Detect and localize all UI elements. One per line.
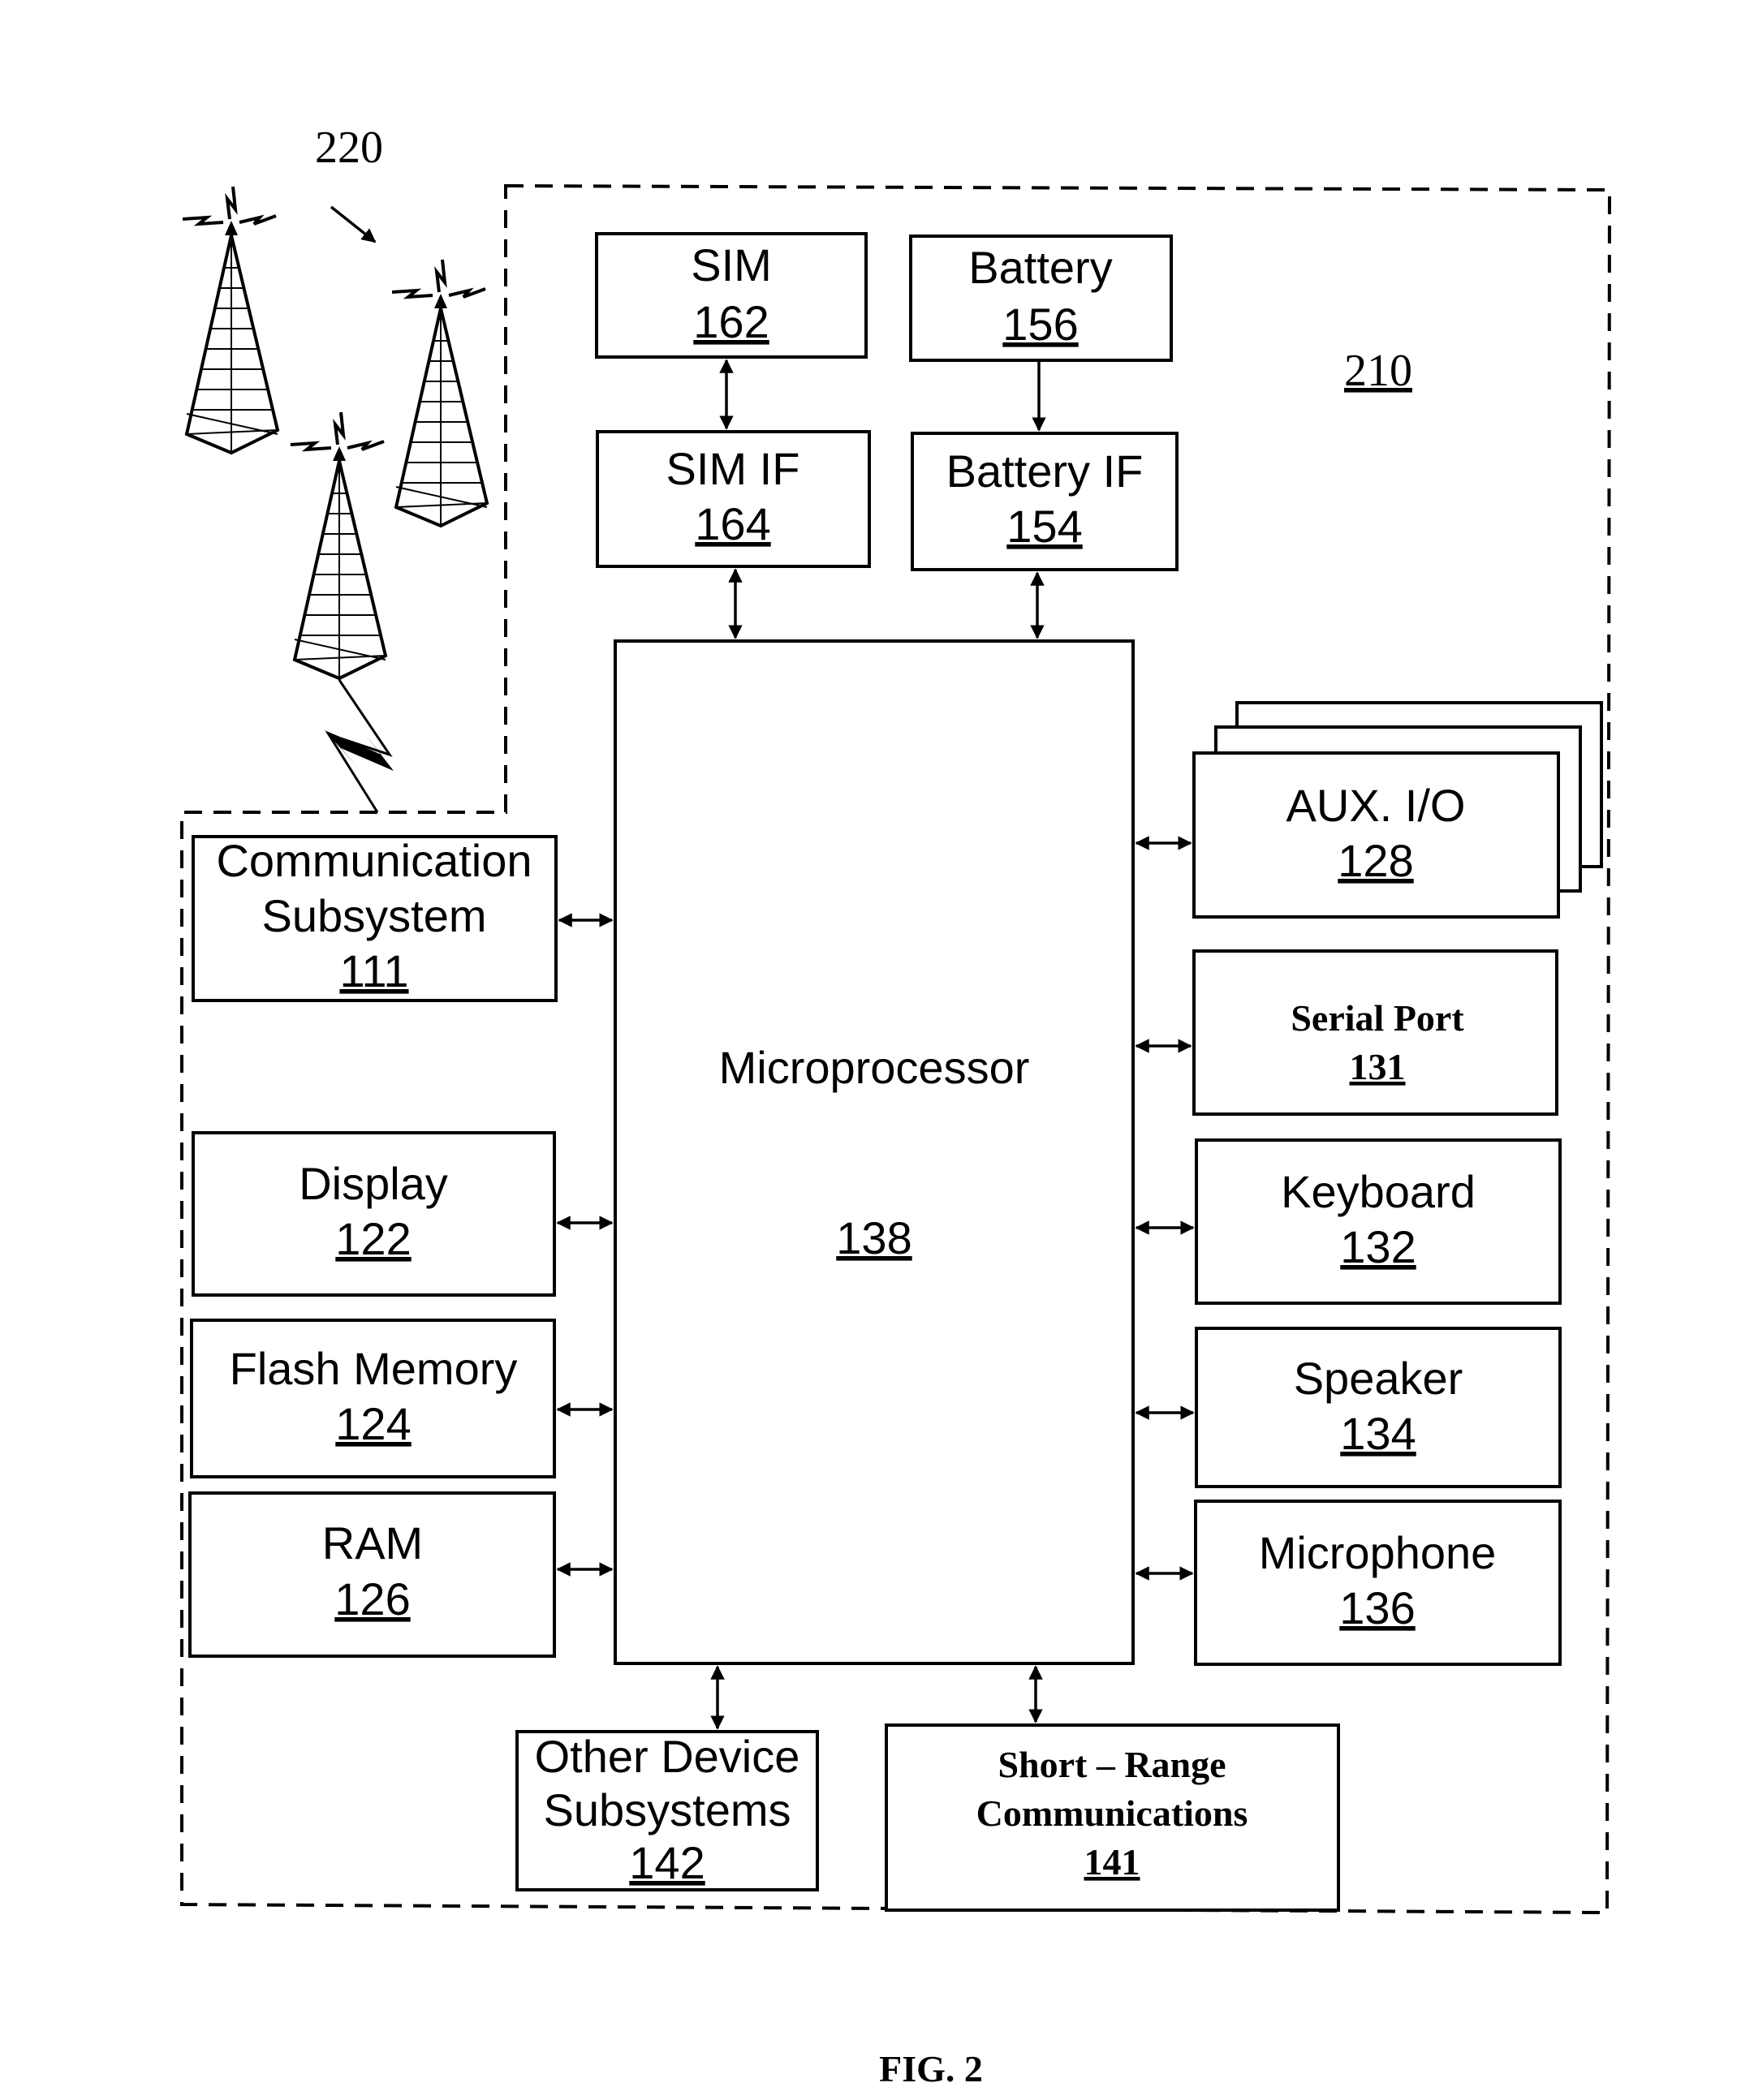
svg-text:Other Device: Other Device (535, 1731, 800, 1782)
svg-text:Communication: Communication (216, 835, 532, 886)
svg-text:124: 124 (335, 1398, 411, 1449)
microprocessor-block[interactable]: Microprocessor 138 (614, 639, 1135, 1665)
svg-text:136: 136 (1339, 1582, 1415, 1633)
cell-tower-icon (182, 186, 280, 455)
svg-text:111: 111 (339, 945, 408, 996)
svg-text:SIM: SIM (691, 239, 772, 290)
display-block[interactable]: Display 122 (192, 1131, 556, 1297)
short-range-communications-block[interactable]: Short – Range Communications 141 (885, 1723, 1340, 1912)
svg-text:164: 164 (695, 498, 770, 549)
svg-text:156: 156 (1002, 299, 1078, 350)
svg-text:128: 128 (1338, 835, 1413, 886)
figure-label: FIG. 2 (879, 2048, 983, 2089)
microphone-block[interactable]: Microphone 136 (1194, 1500, 1562, 1666)
block-diagram: 220 210 SIM 162 Battery 156 SIM IF 164 B… (180, 123, 1612, 2089)
other-device-subsystems-block[interactable]: Other Device Subsystems 142 (515, 1730, 819, 1891)
network-ref-label: 220 (315, 123, 383, 173)
svg-text:142: 142 (629, 1837, 705, 1888)
svg-text:Keyboard: Keyboard (1281, 1166, 1476, 1217)
svg-text:Subsystems: Subsystems (544, 1784, 791, 1835)
battery-block[interactable]: Battery 156 (909, 235, 1173, 362)
svg-text:RAM: RAM (322, 1517, 423, 1569)
svg-text:Battery: Battery (968, 242, 1112, 293)
svg-text:Flash Memory: Flash Memory (230, 1343, 518, 1394)
svg-text:154: 154 (1006, 501, 1082, 552)
svg-text:Communications: Communications (976, 1792, 1248, 1834)
svg-text:Subsystem: Subsystem (262, 890, 487, 941)
speaker-block[interactable]: Speaker 134 (1195, 1327, 1562, 1488)
svg-text:Speaker: Speaker (1294, 1353, 1463, 1404)
svg-text:132: 132 (1340, 1221, 1416, 1272)
svg-text:122: 122 (335, 1213, 411, 1264)
svg-text:Battery IF: Battery IF (946, 445, 1144, 497)
svg-text:134: 134 (1340, 1408, 1416, 1459)
svg-text:Microphone: Microphone (1259, 1527, 1497, 1578)
network-ref-arrow (330, 205, 377, 243)
svg-text:126: 126 (334, 1573, 410, 1624)
cell-tower-icon (290, 411, 388, 681)
communication-subsystem-block[interactable]: Communication Subsystem 111 (192, 835, 558, 1002)
serial-port-block[interactable]: Serial Port 131 (1192, 949, 1558, 1116)
sim-if-block[interactable]: SIM IF 164 (596, 430, 871, 568)
svg-text:AUX. I/O: AUX. I/O (1286, 780, 1466, 831)
svg-text:Display: Display (299, 1158, 448, 1209)
svg-text:131: 131 (1350, 1046, 1406, 1087)
svg-text:Short – Range: Short – Range (998, 1744, 1226, 1785)
keyboard-block[interactable]: Keyboard 132 (1195, 1138, 1562, 1305)
ram-block[interactable]: RAM 126 (188, 1491, 556, 1658)
device-ref-label: 210 (1344, 346, 1412, 396)
sim-block[interactable]: SIM 162 (595, 232, 868, 359)
aux-io-block[interactable]: AUX. I/O 128 (1192, 701, 1603, 919)
lightning-bolt-icon (325, 730, 394, 771)
svg-text:SIM IF: SIM IF (666, 443, 800, 494)
cell-tower-icon (391, 259, 489, 528)
svg-text:Microprocessor: Microprocessor (719, 1042, 1030, 1093)
svg-text:Serial Port: Serial Port (1291, 997, 1464, 1039)
flash-memory-block[interactable]: Flash Memory 124 (190, 1319, 556, 1478)
svg-text:141: 141 (1084, 1841, 1140, 1883)
svg-text:138: 138 (836, 1212, 911, 1263)
svg-text:162: 162 (693, 296, 769, 347)
battery-if-block[interactable]: Battery IF 154 (911, 432, 1179, 571)
